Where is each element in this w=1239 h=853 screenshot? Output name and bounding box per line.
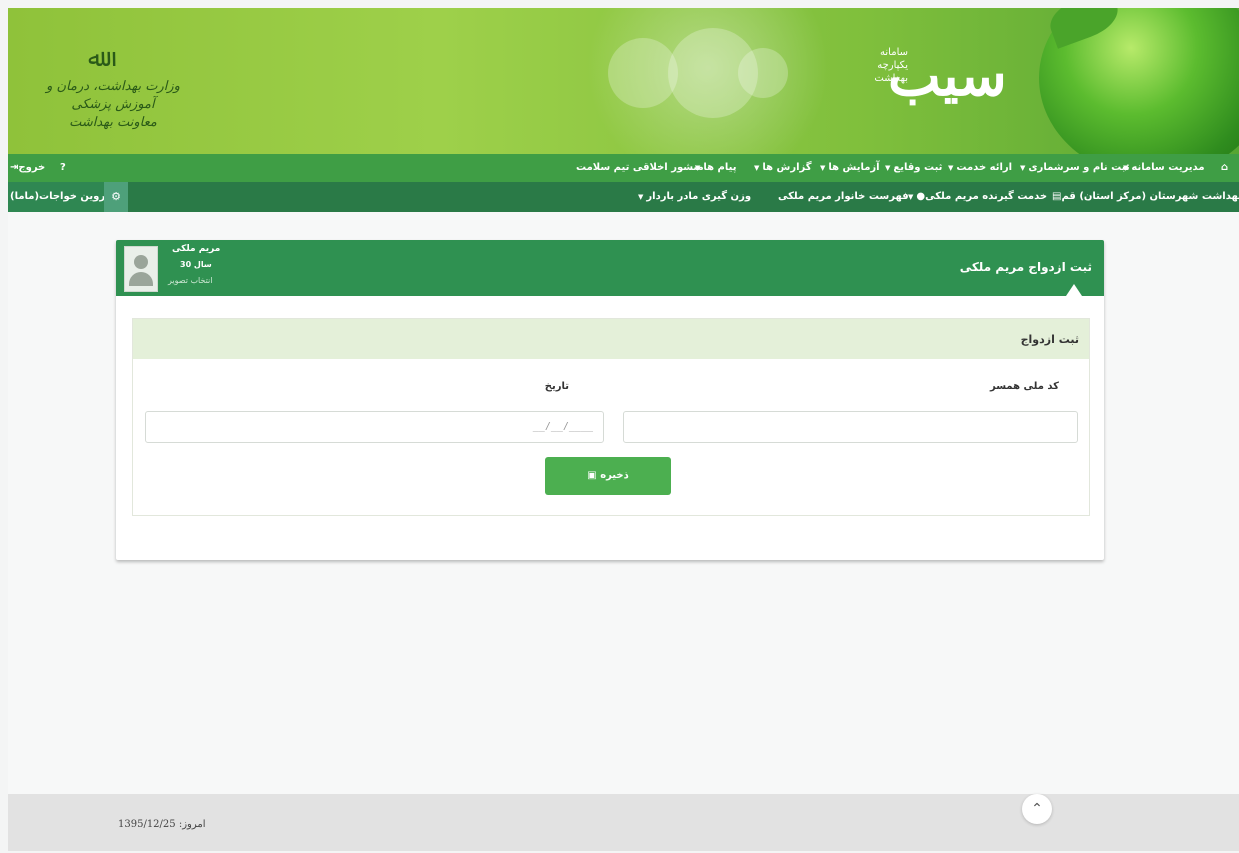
service-receiver-menu[interactable]: ▼ ●خدمت گیرنده مریم ملکی bbox=[908, 182, 1047, 212]
form-header: ثبت ازدواج bbox=[133, 319, 1089, 359]
save-label: ذخیره bbox=[600, 470, 629, 481]
menu-label: منشور اخلاقی تیم سلامت bbox=[576, 162, 704, 173]
today-date: امروز: 1395/12/25 bbox=[118, 819, 206, 830]
family-list-menu[interactable]: فهرست خانوار مریم ملکی bbox=[778, 182, 909, 212]
avatar-body bbox=[129, 272, 153, 286]
spouse-national-code-input[interactable] bbox=[623, 411, 1078, 443]
home-icon[interactable]: ⌂ bbox=[1221, 154, 1228, 182]
save-icon: ▣ bbox=[587, 470, 601, 481]
menu-registration[interactable]: ▼ ثبت نام و سرشماری bbox=[1020, 154, 1130, 182]
menu-label: خدمت گیرنده مریم ملکی bbox=[925, 191, 1048, 202]
chevron-down-icon: ▼ bbox=[948, 164, 954, 172]
help-icon[interactable]: ? bbox=[60, 154, 66, 182]
chevron-down-icon: ▼ bbox=[638, 193, 644, 201]
main-menu-bar: ⌂ ▼ مدیریت سامانه ▼ ثبت نام و سرشماری ▼ ارا… bbox=[8, 154, 1239, 182]
menu-provide-service[interactable]: ▼ ارائه خدمت bbox=[948, 154, 1012, 182]
menu-label: گزارش ها bbox=[762, 162, 812, 173]
menu-label: آزمایش ها bbox=[828, 162, 880, 173]
marriage-panel: مریم ملکی 30 سال انتخاب تصویر ثبت ازدواج… bbox=[116, 240, 1104, 560]
date-input[interactable]: __/__/____ bbox=[145, 411, 604, 443]
health-center-menu[interactable]: ▤مرکز بهداشت شهرستان (مرکز استان) قم bbox=[1052, 182, 1239, 212]
header-banner: سامانه یکپارچه بهداشت سیب ﷲ وزارت بهداشت… bbox=[8, 8, 1239, 154]
menu-label: ثبت وقایع bbox=[893, 162, 943, 173]
ministry-logo-text: وزارت بهداشت، درمان و آموزش پزشکی معاونت… bbox=[28, 78, 198, 132]
app-frame: سامانه یکپارچه بهداشت سیب ﷲ وزارت بهداشت… bbox=[8, 8, 1239, 851]
spouse-national-code-label: کد ملی همسر bbox=[990, 381, 1059, 392]
bokeh-decoration bbox=[738, 48, 788, 98]
chevron-down-icon: ▼ bbox=[820, 164, 826, 172]
menu-label: ثبت نام و سرشماری bbox=[1028, 162, 1130, 173]
arrow-pointer bbox=[1066, 284, 1082, 296]
ministry-line: معاونت بهداشت bbox=[69, 115, 157, 130]
footer: امروز: 1395/12/25 bbox=[8, 794, 1239, 851]
menu-record-events[interactable]: ▼ ثبت وقایع bbox=[885, 154, 942, 182]
save-button[interactable]: ▣ ذخیره bbox=[545, 457, 671, 495]
person-icon: ● bbox=[916, 191, 926, 202]
menu-reports[interactable]: ▼ گزارش ها bbox=[754, 154, 812, 182]
panel-header: مریم ملکی 30 سال انتخاب تصویر ثبت ازدواج… bbox=[116, 240, 1104, 296]
chevron-down-icon: ▼ bbox=[885, 164, 891, 172]
user-box[interactable]: پروین خواجات(ماما) ⚙ bbox=[8, 182, 128, 212]
select-photo-link[interactable]: انتخاب تصویر bbox=[168, 276, 212, 285]
date-label: تاریخ bbox=[544, 381, 569, 392]
ministry-line: وزارت بهداشت، درمان و آموزش پزشکی bbox=[46, 79, 180, 112]
user-icon: ⚙ bbox=[104, 182, 128, 212]
chevron-down-icon: ▼ bbox=[754, 164, 760, 172]
weighing-menu[interactable]: ▼ وزن گیری مادر باردار bbox=[638, 182, 751, 212]
menu-label: ارائه خدمت bbox=[956, 162, 1013, 173]
menu-label: پیام ها bbox=[703, 162, 737, 173]
logout-button[interactable]: ⇥خروج bbox=[10, 154, 45, 182]
page-title: ثبت ازدواج مریم ملکی bbox=[959, 260, 1092, 274]
user-name: پروین خواجات(ماما) bbox=[10, 191, 110, 202]
logout-label: خروج bbox=[18, 162, 46, 173]
menu-tests[interactable]: ▼ آزمایش ها bbox=[820, 154, 880, 182]
brand-logo: سیب bbox=[888, 43, 1007, 109]
context-bar: پروین خواجات(ماما) ⚙ ▤مرکز بهداشت شهرستا… bbox=[8, 182, 1239, 212]
scroll-to-top-button[interactable]: ⌃ bbox=[1022, 794, 1052, 824]
patient-age: 30 سال bbox=[180, 260, 212, 269]
menu-system-management[interactable]: ▼ مدیریت سامانه bbox=[1123, 154, 1205, 182]
section-title: ثبت ازدواج bbox=[1020, 333, 1079, 346]
marriage-form: ثبت ازدواج کد ملی همسر تاریخ __/__/____ … bbox=[132, 318, 1090, 516]
chevron-down-icon: ▼ bbox=[908, 193, 914, 201]
menu-ethics-charter[interactable]: منشور اخلاقی تیم سلامت bbox=[576, 154, 704, 182]
menu-label: فهرست خانوار مریم ملکی bbox=[778, 191, 909, 202]
menu-label: وزن گیری مادر باردار bbox=[646, 191, 752, 202]
menu-label: مدیریت سامانه bbox=[1131, 162, 1205, 173]
iran-emblem-icon: ﷲ bbox=[88, 44, 103, 72]
avatar-head bbox=[134, 255, 148, 269]
patient-name: مریم ملکی bbox=[172, 244, 221, 254]
avatar[interactable] bbox=[124, 246, 158, 292]
menu-label: مرکز بهداشت شهرستان (مرکز استان) قم bbox=[1061, 191, 1239, 202]
chevron-down-icon: ▼ bbox=[1020, 164, 1026, 172]
